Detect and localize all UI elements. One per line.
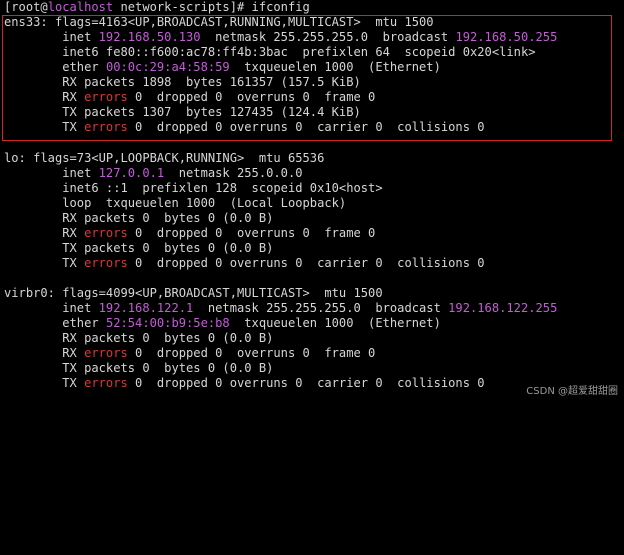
lo-tx-errors-word: errors [84, 256, 128, 270]
prompt-open: [root@ [4, 0, 48, 14]
prompt-command: network-scripts]# ifconfig [113, 0, 310, 14]
lo-rx-errors-values: 0 dropped 0 overruns 0 frame 0 [127, 226, 376, 240]
virbr0-tx-errors-word: errors [84, 376, 128, 390]
virbr0-tx-errors-values: 0 dropped 0 overruns 0 carrier 0 collisi… [127, 376, 485, 390]
lo-inet-label: inet [4, 166, 99, 180]
ens33-highlight-box [2, 15, 612, 141]
virbr0-rx-packets-line: RX packets 0 bytes 0 (0.0 B) [4, 331, 274, 345]
virbr0-rx-errors-word: errors [84, 346, 128, 360]
shell-prompt-line: [root@localhost network-scripts]# ifconf… [4, 0, 310, 15]
virbr0-broadcast-address: 192.168.122.255 [448, 301, 558, 315]
prompt-hostname: localhost [47, 0, 114, 14]
lo-loop-line: loop txqueuelen 1000 (Local Loopback) [4, 196, 347, 210]
lo-rx-errors-word: errors [84, 226, 128, 240]
csdn-watermark: CSDN @超爱甜甜圈 [526, 386, 618, 397]
lo-rx-errors-line: RX errors 0 dropped 0 overruns 0 frame 0 [4, 226, 375, 241]
virbr0-inet-line: inet 192.168.122.1 netmask 255.255.255.0… [4, 301, 557, 316]
virbr0-txqueuelen-text: txqueuelen 1000 (Ethernet) [229, 316, 441, 330]
lo-rx-label: RX [4, 226, 85, 240]
lo-tx-errors-values: 0 dropped 0 overruns 0 carrier 0 collisi… [127, 256, 485, 270]
virbr0-header-line: virbr0: flags=4099<UP,BROADCAST,MULTICAS… [4, 286, 383, 300]
lo-tx-label: TX [4, 256, 85, 270]
lo-tx-errors-line: TX errors 0 dropped 0 overruns 0 carrier… [4, 256, 485, 271]
virbr0-mac-address: 52:54:00:b9:5e:b8 [105, 316, 230, 330]
virbr0-netmask-text: netmask 255.255.255.0 broadcast [193, 301, 449, 315]
lo-inet6-line: inet6 ::1 prefixlen 128 scopeid 0x10<hos… [4, 181, 383, 195]
virbr0-tx-packets-line: TX packets 0 bytes 0 (0.0 B) [4, 361, 274, 375]
lo-header-line: lo: flags=73<UP,LOOPBACK,RUNNING> mtu 65… [4, 151, 325, 165]
virbr0-tx-errors-line: TX errors 0 dropped 0 overruns 0 carrier… [4, 376, 485, 391]
virbr0-ether-label: ether [4, 316, 106, 330]
virbr0-rx-errors-line: RX errors 0 dropped 0 overruns 0 frame 0 [4, 346, 375, 361]
virbr0-tx-label: TX [4, 376, 85, 390]
lo-inet-line: inet 127.0.0.1 netmask 255.0.0.0 [4, 166, 303, 181]
virbr0-ether-line: ether 52:54:00:b9:5e:b8 txqueuelen 1000 … [4, 316, 441, 331]
virbr0-inet-label: inet [4, 301, 99, 315]
lo-tx-packets-line: TX packets 0 bytes 0 (0.0 B) [4, 241, 274, 255]
lo-rx-packets-line: RX packets 0 bytes 0 (0.0 B) [4, 211, 274, 225]
lo-netmask-text: netmask 255.0.0.0 [164, 166, 303, 180]
terminal-window[interactable]: [root@localhost network-scripts]# ifconf… [0, 0, 624, 402]
virbr0-rx-errors-values: 0 dropped 0 overruns 0 frame 0 [127, 346, 376, 360]
virbr0-inet-address: 192.168.122.1 [98, 301, 194, 315]
lo-inet-address: 127.0.0.1 [98, 166, 165, 180]
virbr0-rx-label: RX [4, 346, 85, 360]
